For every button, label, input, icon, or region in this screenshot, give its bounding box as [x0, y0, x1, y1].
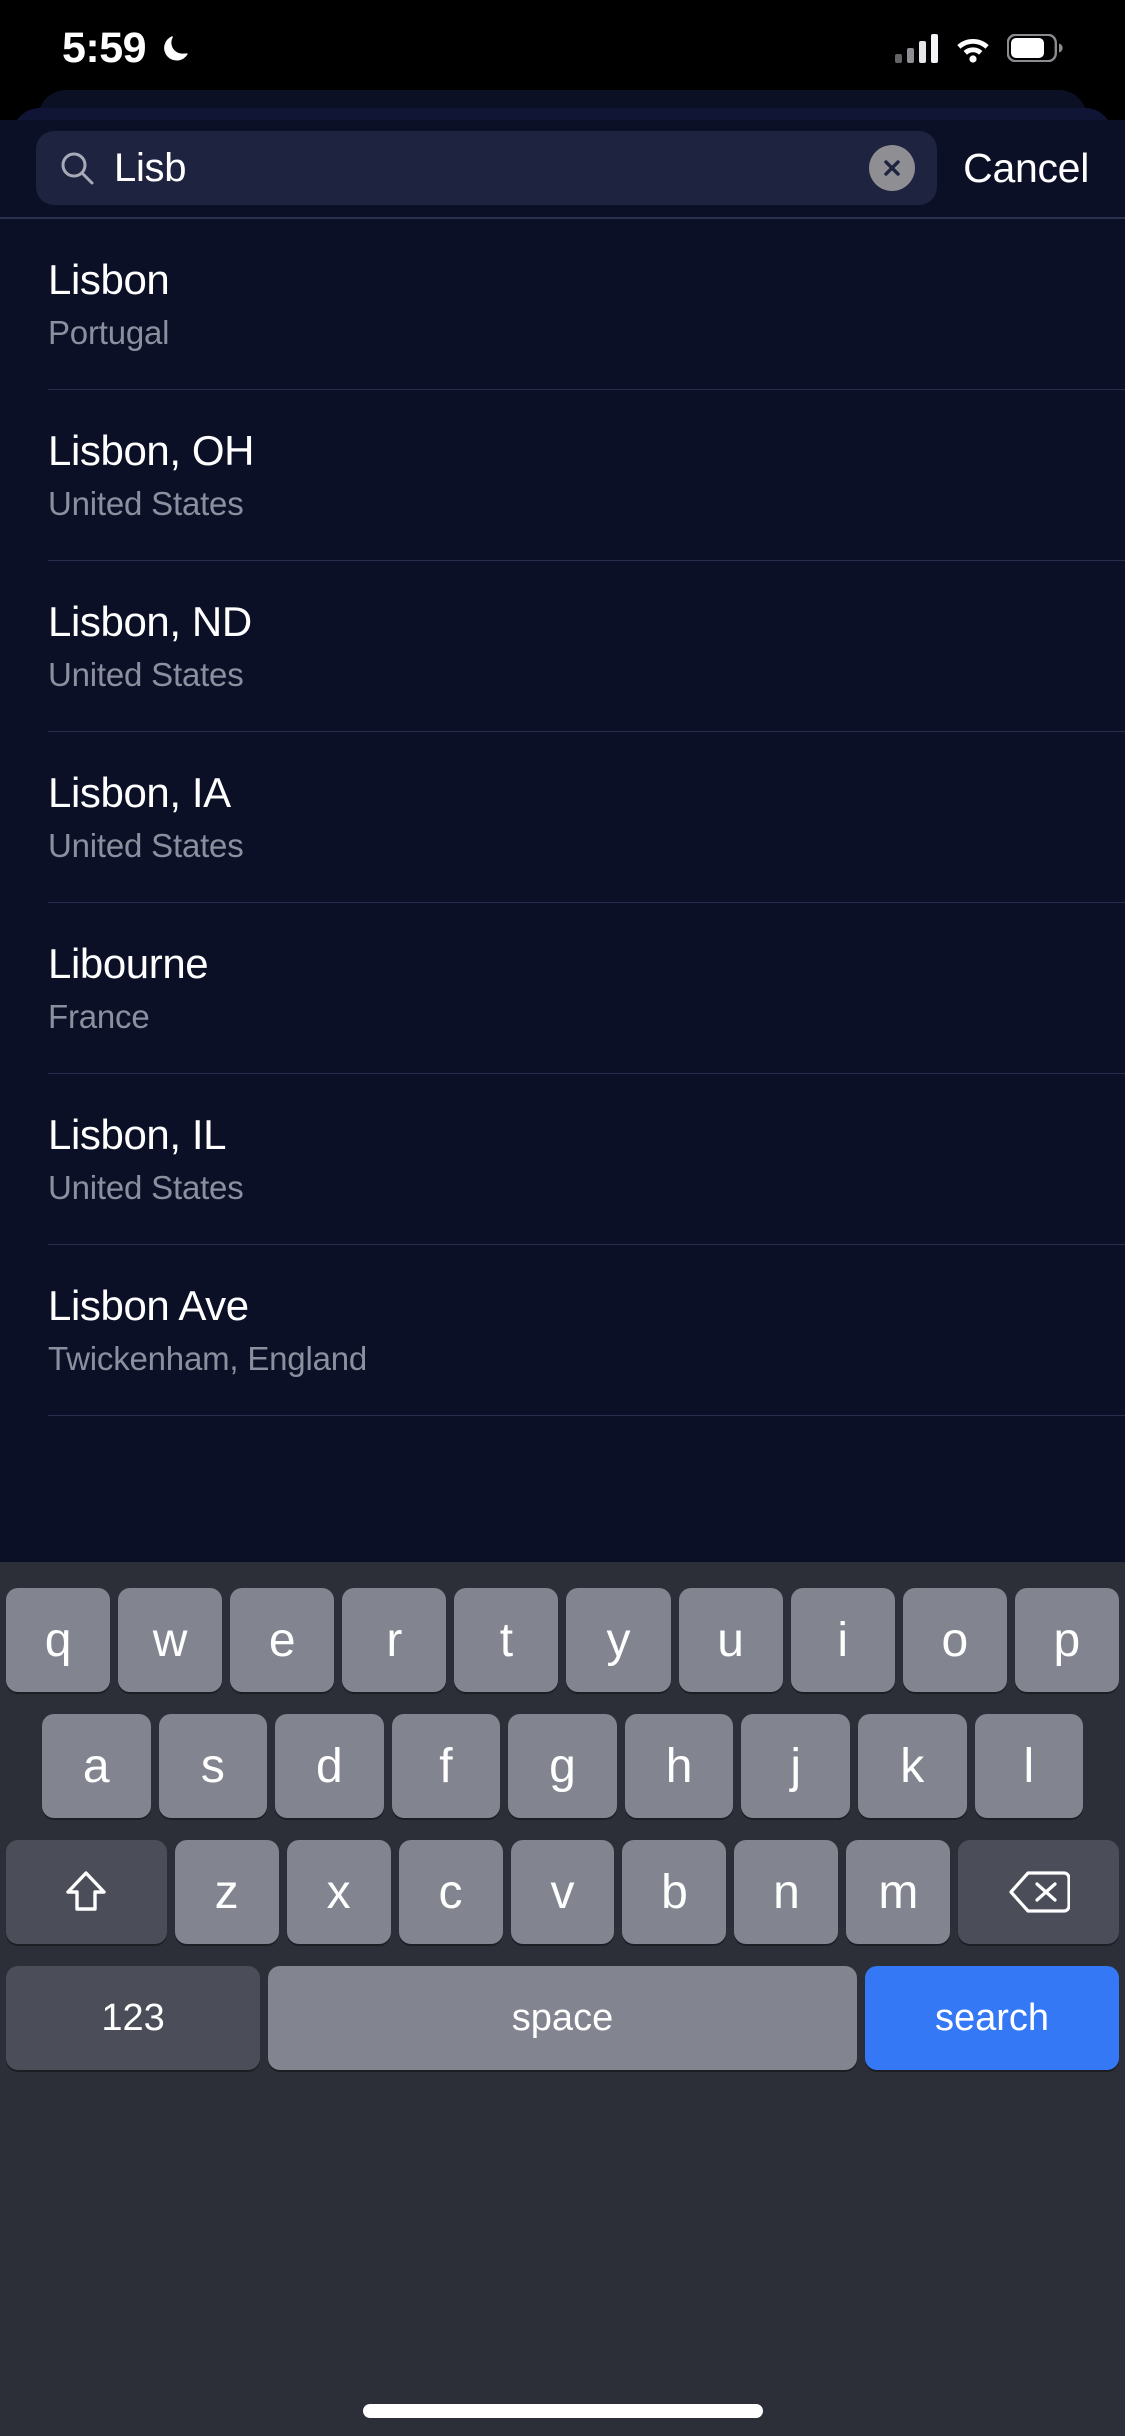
space-key[interactable]: space — [268, 1966, 857, 2070]
phone-screen: 5:59 Lisb Cancel Lisbon Portugal Lisbon,… — [0, 0, 1125, 2436]
result-title: Libourne — [48, 940, 209, 988]
cancel-button[interactable]: Cancel — [963, 145, 1089, 192]
search-key[interactable]: search — [864, 1966, 1120, 2070]
key-r[interactable]: r — [342, 1588, 447, 1692]
status-bar-left: 5:59 — [62, 24, 192, 73]
search-sheet: Lisb Cancel Lisbon Portugal Lisbon, OH Unit… — [0, 120, 1125, 1562]
wifi-icon — [953, 33, 993, 63]
key-j[interactable]: j — [741, 1714, 850, 1818]
keyboard-row-2: asdfghjkl — [0, 1714, 1125, 1818]
key-m[interactable]: m — [846, 1840, 951, 1944]
search-input-value: Lisb — [114, 145, 187, 190]
key-h[interactable]: h — [624, 1714, 734, 1818]
key-l[interactable]: l — [974, 1714, 1084, 1818]
key-a[interactable]: a — [42, 1714, 151, 1818]
key-q[interactable]: q — [6, 1588, 111, 1692]
key-w[interactable]: w — [118, 1588, 223, 1692]
search-bar-row: Lisb Cancel — [0, 120, 1125, 216]
keyboard-row-3-letters: zxcvbnm — [174, 1840, 951, 1944]
status-bar-right — [895, 33, 1063, 63]
search-result-row[interactable]: Lisbon Portugal — [0, 219, 1125, 390]
key-t[interactable]: t — [454, 1588, 559, 1692]
clear-search-icon[interactable] — [869, 145, 916, 191]
result-title: Lisbon — [48, 256, 170, 304]
search-icon — [58, 149, 96, 187]
search-result-row[interactable]: Libourne France — [0, 903, 1125, 1074]
key-k[interactable]: k — [857, 1714, 967, 1818]
search-result-row[interactable]: Lisbon, OH United States — [0, 390, 1125, 561]
on-screen-keyboard[interactable]: qwertyuiop asdfghjkl zxcvbnm 123 space s… — [0, 1562, 1125, 2436]
numbers-key[interactable]: 123 — [6, 1966, 261, 2070]
key-s[interactable]: s — [158, 1714, 268, 1818]
result-subtitle: United States — [48, 656, 244, 694]
result-subtitle: Portugal — [48, 314, 170, 352]
signal-bars-icon — [895, 33, 939, 63]
key-x[interactable]: x — [286, 1840, 391, 1944]
key-e[interactable]: e — [230, 1588, 335, 1692]
result-subtitle: Twickenham, England — [48, 1340, 368, 1378]
status-bar-clock: 5:59 — [62, 23, 147, 72]
result-subtitle: France — [48, 998, 150, 1036]
key-f[interactable]: f — [391, 1714, 501, 1818]
keyboard-row-4: 123 space search — [0, 1966, 1125, 2070]
key-i[interactable]: i — [790, 1588, 895, 1692]
backspace-key[interactable] — [958, 1840, 1119, 1944]
result-title: Lisbon Ave — [48, 1282, 249, 1330]
result-title: Lisbon, IL — [48, 1111, 227, 1159]
search-result-row[interactable]: Lisbon, ND United States — [0, 561, 1125, 732]
result-subtitle: United States — [48, 485, 244, 523]
key-c[interactable]: c — [398, 1840, 503, 1944]
result-title: Lisbon, OH — [48, 427, 255, 475]
home-indicator — [362, 2404, 763, 2418]
shift-key[interactable] — [6, 1840, 167, 1944]
result-title: Lisbon, IA — [48, 769, 231, 817]
key-p[interactable]: p — [1014, 1588, 1119, 1692]
result-title: Lisbon, ND — [48, 598, 252, 646]
search-result-row[interactable]: Lisbon Ave Twickenham, England — [0, 1245, 1125, 1416]
backspace-icon — [1008, 1868, 1070, 1916]
shift-arrow-icon — [59, 1865, 113, 1919]
battery-icon — [1007, 34, 1063, 62]
moon-icon — [160, 32, 192, 64]
status-bar: 5:59 — [0, 0, 1125, 96]
key-b[interactable]: b — [622, 1840, 727, 1944]
keyboard-row-1: qwertyuiop — [0, 1588, 1125, 1692]
search-result-row[interactable]: Lisbon, IL United States — [0, 1074, 1125, 1245]
key-z[interactable]: z — [174, 1840, 279, 1944]
key-d[interactable]: d — [275, 1714, 384, 1818]
key-g[interactable]: g — [508, 1714, 617, 1818]
key-u[interactable]: u — [678, 1588, 783, 1692]
search-input[interactable]: Lisb — [36, 131, 938, 205]
search-result-row[interactable]: Lisbon, IA United States — [0, 732, 1125, 903]
keyboard-row-3: zxcvbnm — [0, 1840, 1125, 1944]
result-subtitle: United States — [48, 1169, 244, 1207]
search-results-list[interactable]: Lisbon Portugal Lisbon, OH United States Lis… — [0, 219, 1125, 1562]
key-n[interactable]: n — [734, 1840, 839, 1944]
key-v[interactable]: v — [510, 1840, 615, 1944]
key-o[interactable]: o — [902, 1588, 1007, 1692]
result-subtitle: United States — [48, 827, 244, 865]
key-y[interactable]: y — [566, 1588, 671, 1692]
